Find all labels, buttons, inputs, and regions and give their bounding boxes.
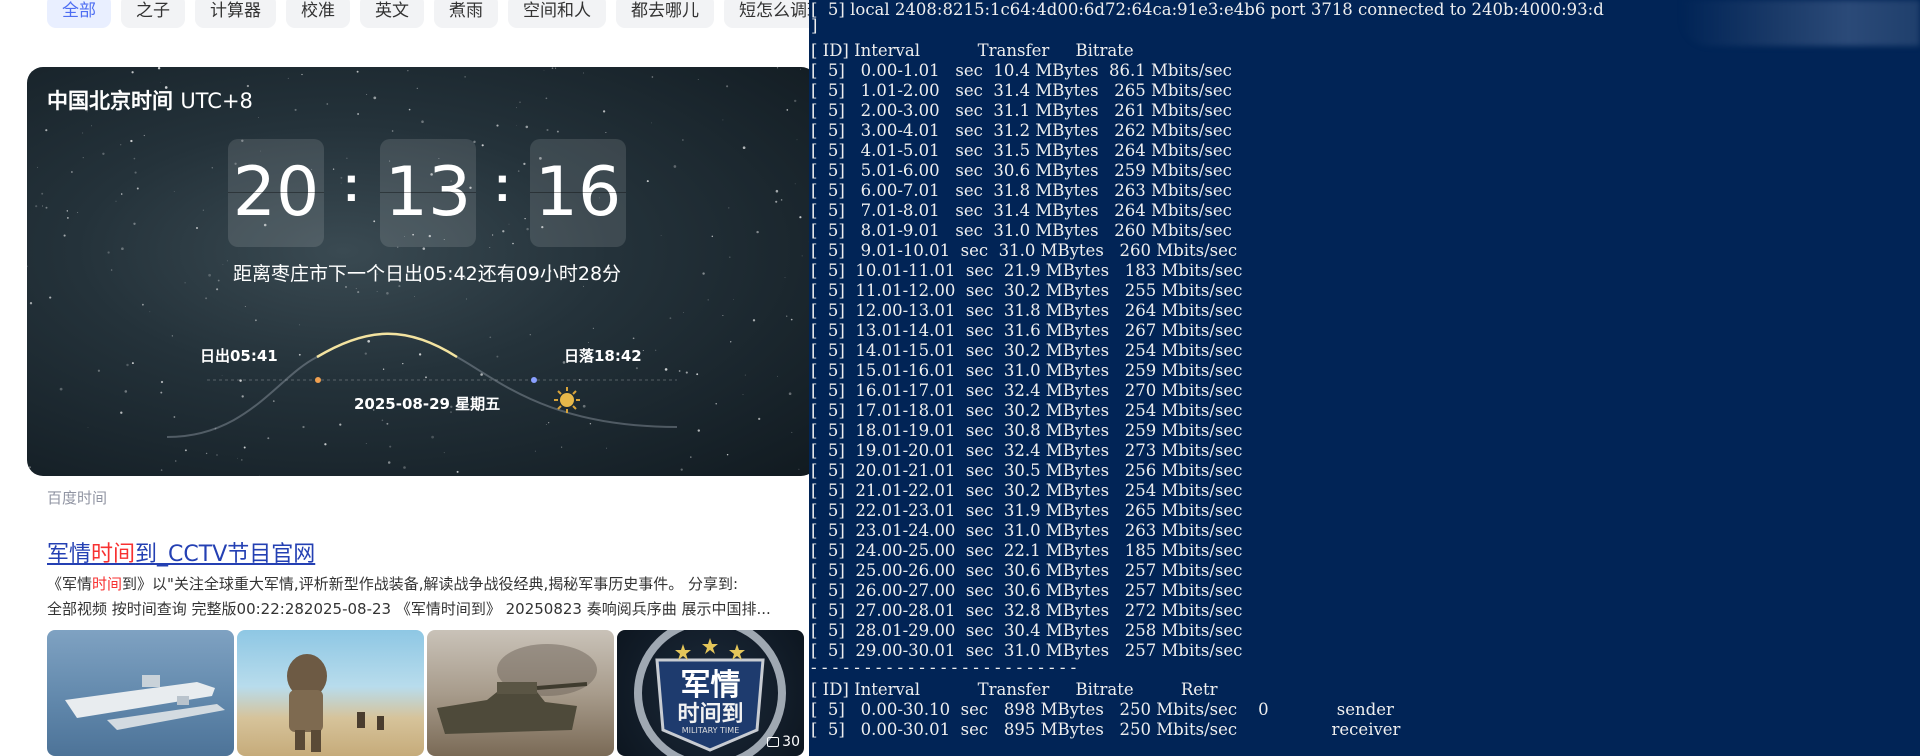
clock-minutes: 13 — [380, 139, 476, 247]
terminal-interval-row: [ 5] 18.01-19.01 sec 30.8 MBytes 259 Mbi… — [811, 421, 1243, 440]
utc-offset-label: UTC+8 — [180, 89, 253, 113]
terminal-interval-row: [ 5] 9.01-10.01 sec 31.0 MBytes 260 Mbit… — [811, 241, 1238, 260]
terminal-interval-row: [ 5] 17.01-18.01 sec 30.2 MBytes 254 Mbi… — [811, 401, 1243, 420]
clock-colon: : — [343, 156, 360, 212]
time-card-title-text: 中国北京时间 — [47, 89, 173, 113]
terminal-interval-row: [ 5] 27.00-28.01 sec 32.8 MBytes 272 Mbi… — [811, 601, 1243, 620]
tab-suggestion[interactable]: 校准 — [286, 0, 350, 28]
terminal-interval-row: [ 5] 20.01-21.01 sec 30.5 MBytes 256 Mbi… — [811, 461, 1243, 480]
tank-image — [437, 644, 597, 734]
terminal-interval-row: [ 5] 10.01-11.01 sec 21.9 MBytes 183 Mbi… — [811, 261, 1243, 280]
result-title-part: 军情 — [47, 542, 92, 567]
terminal-interval-row: [ 5] 5.01-6.00 sec 30.6 MBytes 259 Mbits… — [811, 161, 1232, 180]
terminal-interval-row: [ 5] 3.00-4.01 sec 31.2 MBytes 262 Mbits… — [811, 121, 1232, 140]
badge-text: 30 — [782, 734, 800, 750]
terminal-interval-row: [ 5] 14.01-15.01 sec 30.2 MBytes 254 Mbi… — [811, 341, 1243, 360]
terminal-interval-row: [ 5] 11.01-12.00 sec 30.2 MBytes 255 Mbi… — [811, 281, 1243, 300]
tab-suggestion[interactable]: 英文 — [360, 0, 424, 28]
terminal-interval-row: [ 5] 13.01-14.01 sec 31.6 MBytes 267 Mbi… — [811, 321, 1243, 340]
search-result-description: 《军情时间到》以"关注全球重大军情,评析新型作战装备,解读战争战役经典,揭秘军事… — [47, 572, 797, 622]
tab-suggestion[interactable]: 短怎么调理 — [724, 0, 809, 28]
clock-colon: : — [494, 156, 511, 212]
terminal-interval-row: [ 5] 1.01-2.00 sec 31.4 MBytes 265 Mbits… — [811, 81, 1232, 100]
terminal-interval-row: [ 5] 23.01-24.00 sec 31.0 MBytes 263 Mbi… — [811, 521, 1243, 540]
terminal-wrap-line: ] — [811, 16, 818, 35]
terminal-interval-row: [ 5] 15.01-16.01 sec 31.0 MBytes 259 Mbi… — [811, 361, 1243, 380]
terminal-interval-row: [ 5] 28.01-29.00 sec 30.4 MBytes 258 Mbi… — [811, 621, 1243, 640]
search-suggestion-tabs: 全部 之子 计算器 校准 英文 煮雨 空间和人 都去哪儿 短怎么调理 — [47, 0, 809, 28]
tab-suggestion[interactable]: 煮雨 — [434, 0, 498, 28]
beijing-time-card[interactable]: 中国北京时间 UTC+8 20 : 13 : 16 距离枣庄市下一个日出05:4… — [27, 67, 809, 476]
program-logo-thumbnail[interactable]: 军情 时间到 MILITARY TIME 30 — [617, 630, 804, 756]
terminal-interval-row: [ 5] 2.00-3.00 sec 31.1 MBytes 261 Mbits… — [811, 101, 1232, 120]
tab-suggestion[interactable]: 都去哪儿 — [616, 0, 714, 28]
terminal-header-line: [ ID] Interval Transfer Bitrate — [811, 41, 1134, 60]
tab-suggestion[interactable]: 之子 — [121, 0, 185, 28]
logo-text-line2: 时间到 — [677, 702, 744, 727]
search-results-page: 全部 之子 计算器 校准 英文 煮雨 空间和人 都去哪儿 短怎么调理 中国北京时… — [0, 0, 809, 756]
tab-suggestion[interactable]: 空间和人 — [508, 0, 606, 28]
soldier-thumbnail[interactable] — [237, 630, 424, 756]
terminal-separator: - - - - - - - - - - - - - - - - - - - - … — [811, 658, 1077, 677]
terminal-interval-row: [ 5] 7.01-8.01 sec 31.4 MBytes 264 Mbits… — [811, 201, 1232, 220]
terminal-window[interactable]: [ 5] local 2408:8215:1c64:4d00:6d72:64ca… — [809, 0, 1920, 756]
next-sunrise-note: 距离枣庄市下一个日出05:42还有09小时28分 — [232, 263, 622, 285]
tab-suggestion[interactable]: 计算器 — [195, 0, 276, 28]
desc-highlight: 时间 — [92, 575, 123, 593]
tank-thumbnail[interactable] — [427, 630, 614, 756]
terminal-summary-row: [ 5] 0.00-30.10 sec 898 MBytes 250 Mbits… — [811, 700, 1394, 719]
terminal-interval-row: [ 5] 0.00-1.01 sec 10.4 MBytes 86.1 Mbit… — [811, 61, 1232, 80]
terminal-summary-header: [ ID] Interval Transfer Bitrate Retr — [811, 680, 1218, 699]
terminal-interval-row: [ 5] 24.00-25.00 sec 22.1 MBytes 185 Mbi… — [811, 541, 1243, 560]
desc-part: 《军情 — [47, 575, 93, 593]
carrier-image — [65, 675, 225, 730]
terminal-interval-row: [ 5] 16.01-17.01 sec 32.4 MBytes 270 Mbi… — [811, 381, 1243, 400]
video-duration-badge: 30 — [767, 734, 800, 750]
tab-all[interactable]: 全部 — [47, 0, 111, 28]
terminal-interval-row: [ 5] 8.01-9.01 sec 31.0 MBytes 260 Mbits… — [811, 221, 1232, 240]
result-title-part: 到_CCTV节目官网 — [135, 542, 316, 567]
date-label: 2025-08-29 星期五 — [354, 395, 501, 413]
soldier-image — [287, 654, 384, 752]
blurred-region — [1680, 0, 1920, 46]
carrier-thumbnail[interactable] — [47, 630, 234, 756]
terminal-interval-row: [ 5] 25.00-26.00 sec 30.6 MBytes 257 Mbi… — [811, 561, 1243, 580]
clock-seconds: 16 — [530, 139, 626, 247]
search-result-title-link[interactable]: 军情时间到_CCTV节目官网 — [47, 536, 315, 568]
terminal-interval-row: [ 5] 22.01-23.01 sec 31.9 MBytes 265 Mbi… — [811, 501, 1243, 520]
terminal-interval-row: [ 5] 12.00-13.01 sec 31.8 MBytes 264 Mbi… — [811, 301, 1243, 320]
terminal-interval-row: [ 5] 4.01-5.01 sec 31.5 MBytes 264 Mbits… — [811, 141, 1232, 160]
terminal-summary-row: [ 5] 0.00-30.01 sec 895 MBytes 250 Mbits… — [811, 720, 1401, 739]
terminal-interval-row: [ 5] 6.00-7.01 sec 31.8 MBytes 263 Mbits… — [811, 181, 1232, 200]
video-icon — [767, 737, 780, 747]
terminal-interval-row: [ 5] 26.00-27.00 sec 30.6 MBytes 257 Mbi… — [811, 581, 1243, 600]
clock-hours: 20 — [228, 139, 324, 247]
terminal-interval-row: [ 5] 19.01-20.01 sec 32.4 MBytes 273 Mbi… — [811, 441, 1243, 460]
source-label: 百度时间 — [47, 489, 108, 507]
result-desc-line: 全部视频 按时间查询 完整版00:22:282025-08-23 《军情时间到》… — [47, 600, 771, 618]
sun-icon — [554, 387, 580, 413]
terminal-interval-row: [ 5] 21.01-22.01 sec 30.2 MBytes 254 Mbi… — [811, 481, 1243, 500]
result-desc-line: 《军情时间到》以"关注全球重大军情,评析新型作战装备,解读战争战役经典,揭秘军事… — [47, 572, 797, 597]
sunset-label: 日落18:42 — [564, 347, 642, 365]
video-thumbnails: 军情 时间到 MILITARY TIME 30 — [47, 630, 804, 756]
desc-part: 到》以"关注全球重大军情,评析新型作战装备,解读战争战役经典,揭秘军事历史事件。… — [122, 575, 739, 593]
terminal-connect-line: [ 5] local 2408:8215:1c64:4d00:6d72:64ca… — [811, 0, 1604, 19]
sunrise-label: 日出05:41 — [200, 347, 278, 365]
time-card-title: 中国北京时间 UTC+8 — [47, 85, 253, 115]
sun-path-arc — [167, 332, 678, 438]
result-title-highlight: 时间 — [91, 542, 136, 567]
